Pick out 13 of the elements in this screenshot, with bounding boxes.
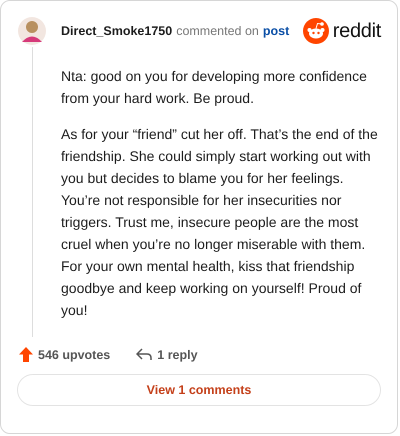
post-link[interactable]: post bbox=[262, 24, 290, 38]
reply-icon[interactable] bbox=[136, 348, 152, 361]
upvote-count: 546 upvotes bbox=[38, 348, 110, 362]
comment-paragraph: Nta: good on you for developing more confidence from your hard work. Be proud. bbox=[61, 67, 368, 108]
reply-count: 1 reply bbox=[157, 348, 198, 362]
upvote-icon[interactable] bbox=[19, 347, 33, 362]
reddit-logo-icon bbox=[302, 18, 329, 44]
brand-name: reddit bbox=[332, 20, 381, 42]
username[interactable]: Direct_Smoke1750 bbox=[61, 24, 172, 38]
action-text: commented on bbox=[176, 24, 259, 38]
view-comments-button[interactable]: View 1 comments bbox=[17, 374, 381, 406]
avatar-icon bbox=[17, 15, 47, 47]
comment-paragraph: As for your “friend” cut her off. That’s the end of the friendship. She could simply start working out with you but decides to blame you for her feelings. You’re not responsible for her insecurities nor triggers. Trust me, insecure people are the most cruel when you’re no longer miserable with them. For your own mental health, kiss that friendship goodbye and keep working on yourself! Proud of you! bbox=[61, 125, 379, 320]
